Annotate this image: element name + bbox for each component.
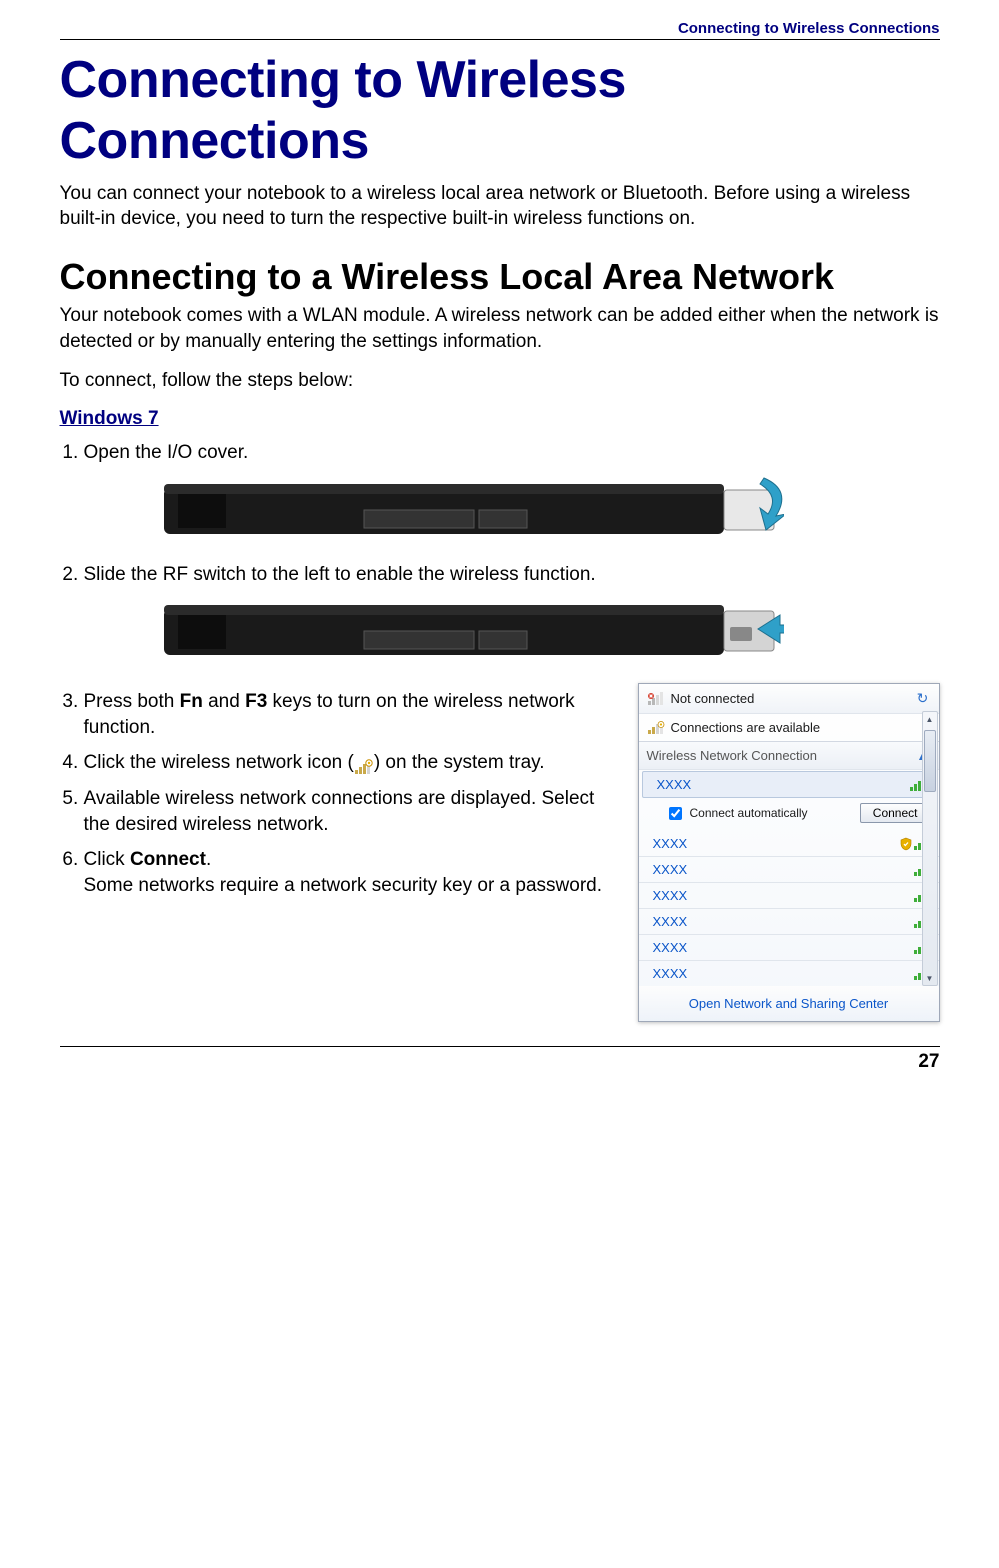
refresh-icon[interactable]: ↻ [915, 690, 931, 707]
scroll-down-arrow-icon[interactable]: ▼ [923, 971, 937, 985]
step-3: Press both Fn and F3 keys to turn on the… [84, 689, 626, 740]
connections-available-row: Connections are available [639, 714, 939, 742]
network-name: XXXX [657, 777, 909, 792]
scroll-thumb[interactable] [924, 730, 936, 792]
not-connected-label: Not connected [671, 691, 915, 706]
connect-auto-row: Connect automatically Connect [639, 799, 939, 831]
os-heading: Windows 7 [60, 408, 940, 430]
section-paragraph-2: To connect, follow the steps below: [60, 368, 940, 394]
page-number: 27 [60, 1046, 940, 1073]
network-name: XXXX [653, 940, 913, 955]
connect-auto-label: Connect automatically [690, 806, 855, 820]
network-item[interactable]: XXXX [639, 961, 939, 986]
intro-paragraph: You can connect your notebook to a wirel… [60, 181, 940, 232]
laptop-open-cover-illustration [164, 470, 784, 552]
network-name: XXXX [653, 914, 913, 929]
wireless-network-popup: Not connected ↻ Connecti [638, 683, 940, 1022]
network-item-selected[interactable]: XXXX [642, 771, 936, 798]
network-item[interactable]: XXXX [639, 909, 939, 935]
network-item[interactable]: XXXX [639, 831, 939, 857]
network-name: XXXX [653, 836, 903, 851]
step-1: Open the I/O cover. [84, 440, 940, 552]
wireless-section-label: Wireless Network Connection [647, 748, 915, 763]
connections-available-label: Connections are available [671, 720, 931, 735]
page-title: Connecting to Wireless Connections [60, 50, 940, 173]
signal-disconnected-icon [647, 692, 665, 706]
step-5: Available wireless network connections a… [84, 786, 626, 837]
popup-scrollbar[interactable]: ▲ ▼ [922, 711, 938, 986]
network-item[interactable]: XXXX [639, 857, 939, 883]
running-header: Connecting to Wireless Connections [60, 20, 940, 40]
laptop-rf-switch-illustration [164, 591, 784, 673]
section-paragraph-1: Your notebook comes with a WLAN module. … [60, 303, 940, 354]
popup-header-row: Not connected ↻ [639, 684, 939, 714]
open-network-center-link[interactable]: Open Network and Sharing Center [639, 986, 939, 1021]
network-name: XXXX [653, 888, 913, 903]
step-2: Slide the RF switch to the left to enabl… [84, 562, 940, 674]
connect-auto-checkbox[interactable] [669, 807, 682, 820]
network-item[interactable]: XXXX [639, 935, 939, 961]
shield-icon [899, 837, 913, 851]
popup-section-row[interactable]: Wireless Network Connection ▲ [639, 742, 939, 770]
connect-button[interactable]: Connect [860, 803, 931, 823]
wireless-tray-icon [354, 757, 374, 773]
network-item[interactable]: XXXX [639, 883, 939, 909]
network-name: XXXX [653, 862, 913, 877]
scroll-up-arrow-icon[interactable]: ▲ [923, 712, 937, 726]
network-name: XXXX [653, 966, 913, 981]
step-4: Click the wireless network icon ( ) on t… [84, 750, 626, 776]
signal-available-icon [647, 721, 665, 735]
section-title: Connecting to a Wireless Local Area Netw… [60, 254, 940, 299]
step-6: Click Connect. Some networks require a n… [84, 847, 626, 898]
